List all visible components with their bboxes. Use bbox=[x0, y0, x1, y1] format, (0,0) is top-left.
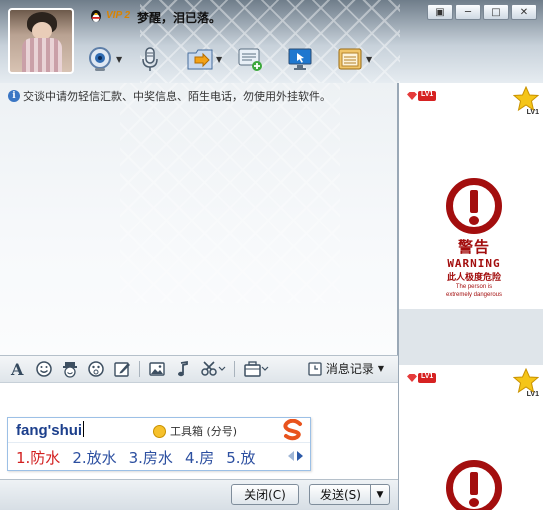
window-menu-button[interactable]: ▣ bbox=[427, 4, 453, 20]
apps-button[interactable]: ▼ bbox=[336, 44, 376, 74]
page-next-icon[interactable] bbox=[296, 450, 304, 462]
message-history-label: 消息记录 bbox=[325, 362, 374, 376]
ime-candidate[interactable]: 3.房水 bbox=[129, 447, 173, 468]
chat-background-pattern bbox=[120, 83, 340, 303]
handwriting-icon bbox=[114, 362, 130, 377]
apps-icon bbox=[338, 48, 362, 70]
svg-text:A: A bbox=[10, 360, 24, 378]
ime-candidate[interactable]: 1.防水 bbox=[16, 447, 60, 468]
level-tag: LV1 bbox=[418, 91, 437, 101]
group-message-button[interactable] bbox=[236, 44, 276, 74]
magic-emoji-button[interactable] bbox=[59, 359, 81, 379]
send-button[interactable]: 发送(S) bbox=[309, 484, 371, 505]
star-level-label: LV1 bbox=[526, 391, 539, 398]
toolbar-divider bbox=[139, 361, 140, 377]
toolbox-button[interactable] bbox=[241, 359, 271, 379]
close-window-button[interactable]: ✕ bbox=[511, 4, 537, 20]
send-options-button[interactable]: ▼ bbox=[370, 484, 390, 505]
emoji-icon bbox=[36, 361, 52, 377]
level-badge: LV1 bbox=[407, 373, 437, 383]
screenshot-scissors-icon bbox=[201, 361, 226, 376]
format-toolbar: A 消息记录 ▼ bbox=[0, 355, 398, 383]
voice-call-button[interactable] bbox=[136, 44, 176, 74]
send-image-button[interactable] bbox=[146, 359, 168, 379]
clock-icon bbox=[308, 361, 322, 376]
maximize-button[interactable]: □ bbox=[483, 4, 509, 20]
contact-show-card[interactable]: LV1 LV1 警告 WARNING 此人极度危险 The person is … bbox=[399, 83, 543, 309]
self-show-card[interactable]: LV1 LV1 bbox=[399, 365, 543, 510]
music-button[interactable] bbox=[172, 359, 194, 379]
ime-candidate-window: fang'shui 工具箱 (分号) 1.防水 2.放水 3.房水 4.房 5.… bbox=[7, 417, 311, 471]
level-badge: LV1 bbox=[407, 91, 437, 101]
ime-candidate[interactable]: 2.放水 bbox=[72, 447, 116, 468]
contact-show-panel: LV1 LV1 警告 WARNING 此人极度危险 The person is … bbox=[398, 83, 543, 510]
send-file-button[interactable]: ▼ bbox=[186, 44, 226, 74]
emoji-button[interactable] bbox=[33, 359, 55, 379]
security-notice-text: 交谈中请勿轻信汇款、中奖信息、陌生电话，勿使用外挂软件。 bbox=[23, 90, 331, 103]
magic-emoji-icon bbox=[63, 362, 77, 378]
info-icon: i bbox=[8, 90, 20, 102]
microphone-icon bbox=[142, 47, 158, 71]
warning-title-en: WARNING bbox=[447, 257, 501, 270]
window-controls: ▣ ─ □ ✕ bbox=[427, 4, 537, 20]
ime-page-nav bbox=[287, 450, 304, 462]
exclamation-icon bbox=[446, 178, 502, 234]
video-camera-icon bbox=[89, 47, 111, 71]
toolbar-divider bbox=[234, 361, 235, 377]
warning-title-cn: 警告 bbox=[457, 238, 490, 256]
contact-name: 梦醒，泪已落。 bbox=[137, 11, 222, 25]
vip-badge: VIP 2 bbox=[106, 10, 131, 21]
screen-shake-button[interactable] bbox=[85, 359, 107, 379]
ime-candidate-list: 1.防水 2.放水 3.房水 4.房 5.放 bbox=[16, 447, 256, 468]
remote-assist-button[interactable] bbox=[286, 44, 326, 74]
warning-subtitle-cn: 此人极度危险 bbox=[446, 273, 501, 283]
font-button[interactable]: A bbox=[7, 359, 29, 379]
sogou-logo-icon bbox=[283, 419, 302, 441]
message-input-area[interactable]: fang'shui 工具箱 (分号) 1.防水 2.放水 3.房水 4.房 5.… bbox=[0, 383, 398, 479]
ime-pinyin: fang'shui bbox=[16, 421, 85, 439]
font-icon: A bbox=[10, 360, 24, 378]
video-call-button[interactable]: ▼ bbox=[86, 44, 126, 74]
screenshot-button[interactable] bbox=[198, 359, 228, 379]
chevron-down-icon[interactable]: ▼ bbox=[366, 55, 372, 64]
message-display-area[interactable]: i 交谈中请勿轻信汇款、中奖信息、陌生电话，勿使用外挂软件。 bbox=[0, 83, 398, 355]
diamond-icon bbox=[407, 374, 417, 382]
warning-line-2: extremely dangerous bbox=[445, 292, 503, 298]
warning-line-1: The person is bbox=[455, 284, 493, 290]
qq-penguin-icon bbox=[91, 10, 101, 22]
ime-candidate[interactable]: 5.放 bbox=[226, 447, 255, 468]
message-history-button[interactable]: 消息记录 ▼ bbox=[308, 360, 384, 377]
contact-avatar[interactable] bbox=[8, 8, 74, 74]
screen-shake-icon bbox=[88, 361, 104, 377]
image-icon bbox=[149, 362, 165, 376]
level-tag: LV1 bbox=[418, 373, 437, 383]
exclamation-icon bbox=[446, 460, 502, 510]
security-notice: i 交谈中请勿轻信汇款、中奖信息、陌生电话，勿使用外挂软件。 bbox=[8, 88, 331, 104]
send-file-icon bbox=[187, 49, 213, 70]
chevron-down-icon[interactable]: ▼ bbox=[216, 55, 222, 64]
toolbox-icon bbox=[244, 361, 269, 377]
chat-header: VIP 2 梦醒，泪已落。 ▣ ─ □ ✕ ▼ ▼ ▼ bbox=[0, 0, 543, 83]
chevron-down-icon: ▼ bbox=[376, 489, 384, 500]
ime-composition-row: fang'shui 工具箱 (分号) bbox=[8, 418, 310, 443]
warning-sign: 警告 WARNING 此人极度危险 The person is extremel… bbox=[434, 178, 514, 299]
close-button[interactable]: 关闭(C) bbox=[231, 484, 299, 505]
page-prev-icon[interactable] bbox=[287, 450, 295, 462]
remote-desktop-icon bbox=[288, 48, 312, 70]
ime-toolbox-button[interactable]: 工具箱 (分号) bbox=[153, 423, 237, 439]
lightbulb-icon bbox=[153, 424, 166, 438]
chat-toolbar: ▼ ▼ ▼ bbox=[86, 44, 376, 74]
chevron-down-icon: ▼ bbox=[377, 364, 384, 373]
ime-candidate[interactable]: 4.房 bbox=[185, 447, 214, 468]
ime-toolbox-label: 工具箱 (分号) bbox=[170, 425, 238, 438]
minimize-button[interactable]: ─ bbox=[455, 4, 481, 20]
chevron-down-icon[interactable]: ▼ bbox=[116, 55, 122, 64]
star-level-label: LV1 bbox=[526, 109, 539, 116]
handwriting-button[interactable] bbox=[111, 359, 133, 379]
diamond-icon bbox=[407, 92, 417, 100]
music-icon bbox=[178, 360, 188, 377]
action-bar: 关闭(C) 发送(S) ▼ bbox=[0, 479, 398, 510]
message-plus-icon bbox=[238, 48, 262, 71]
warning-sign bbox=[434, 460, 514, 510]
